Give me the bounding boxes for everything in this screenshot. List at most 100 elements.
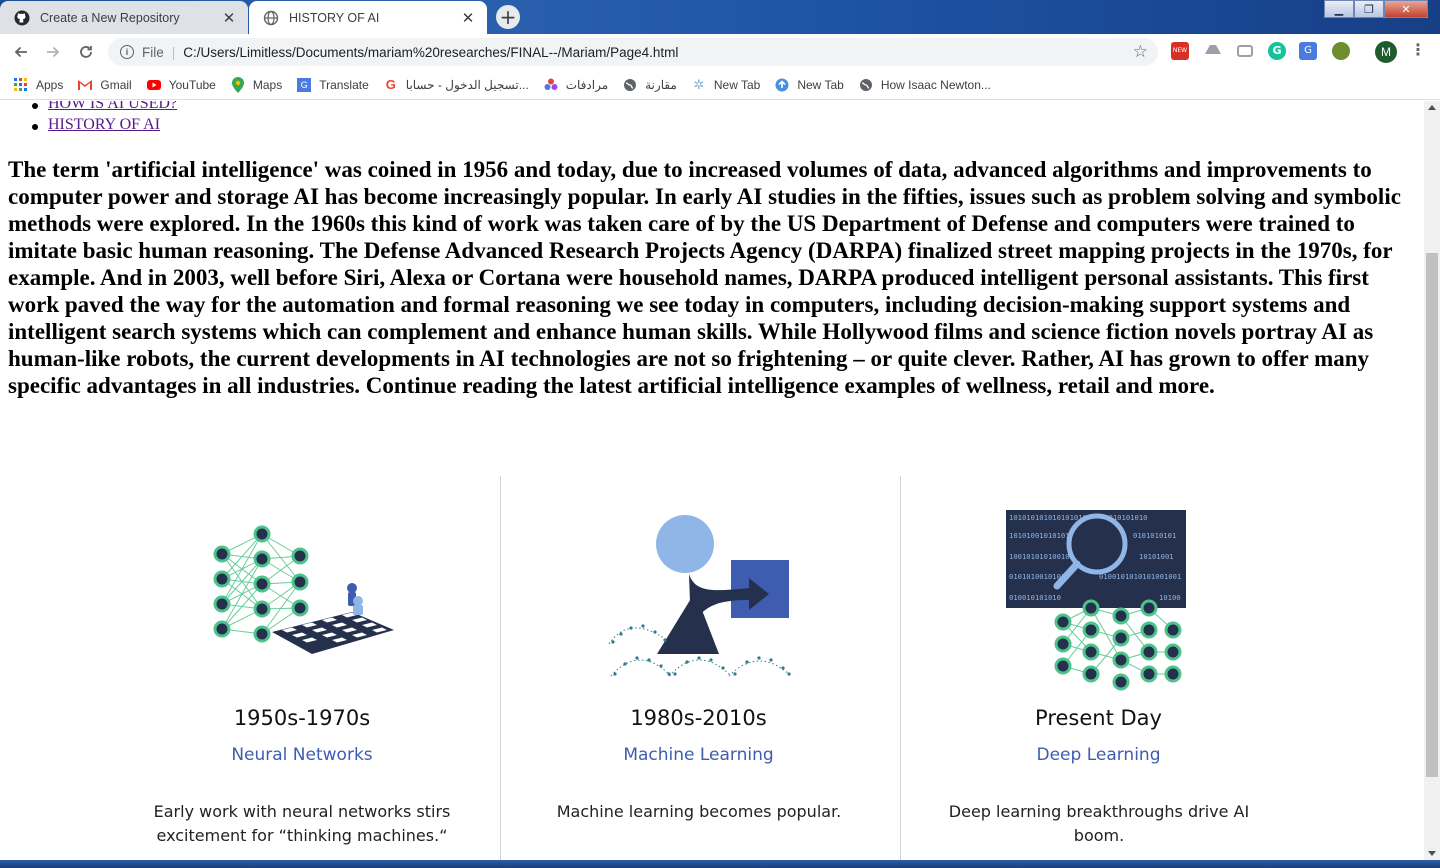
bookmark-isaac-newton[interactable]: How Isaac Newton...: [859, 78, 991, 92]
neural-nodes: [213, 525, 309, 643]
gmail-icon: [78, 78, 93, 92]
topic-label: Deep Learning: [1036, 745, 1161, 765]
bookmark-label: Maps: [252, 77, 283, 92]
bookmark-label: Apps: [36, 77, 64, 92]
screen-icon[interactable]: [1236, 42, 1254, 60]
gear-icon: ✲: [693, 76, 705, 92]
svg-text:10100: 10100: [1159, 593, 1181, 602]
era-label: Present Day: [1035, 706, 1162, 730]
page-nav-list: HOW IS AI USED? HISTORY OF AI: [31, 101, 177, 137]
upload-icon: [775, 78, 789, 92]
tab-history-of-ai[interactable]: HISTORY OF AI ✕: [249, 1, 487, 34]
scroll-up-arrow-icon[interactable]: [1428, 105, 1436, 110]
calendar-new-extension-icon[interactable]: NEW: [1171, 42, 1189, 60]
chess-pawn-icon: [347, 583, 363, 615]
era-description: Deep learning breakthroughs drive AI boo…: [948, 802, 1250, 845]
bookmark-gmail[interactable]: Gmail: [78, 77, 132, 92]
scheme-label: File: [142, 44, 164, 60]
maps-pin-icon: [231, 76, 245, 93]
topic-label: Machine Learning: [623, 745, 774, 765]
reload-icon[interactable]: [74, 40, 98, 64]
close-icon[interactable]: ✕: [459, 9, 477, 27]
bookmark-label: YouTube: [168, 77, 216, 92]
bookmark-label: Gmail: [100, 77, 132, 92]
menu-kebab-icon[interactable]: ⋮: [1410, 42, 1426, 58]
bookmark-apps[interactable]: Apps: [14, 77, 64, 92]
bookmark-youtube[interactable]: YouTube: [146, 77, 216, 92]
bookmark-comparison[interactable]: مقارنة: [623, 78, 677, 92]
close-icon[interactable]: ✕: [220, 9, 238, 27]
address-bar[interactable]: i File | C:/Users/Limitless/Documents/ma…: [108, 38, 1158, 66]
scroll-thumb[interactable]: [1426, 253, 1438, 777]
minimize-button[interactable]: ▁: [1324, 0, 1354, 18]
tab-title: Create a New Repository: [40, 10, 180, 25]
info-icon[interactable]: i: [120, 45, 134, 59]
forward-arrow-icon[interactable]: [41, 40, 65, 64]
bookmark-label: New Tab: [797, 77, 844, 92]
svg-text:010010101010: 010010101010: [1009, 593, 1061, 602]
bookmark-label: مقارنة: [645, 77, 677, 92]
apps-grid-icon: [14, 77, 28, 92]
profile-avatar[interactable]: M: [1375, 41, 1397, 63]
topic-label: Neural Networks: [231, 745, 373, 765]
timeline-card-deep-learning: 10101010101010101010101010101010 1010100…: [900, 476, 1296, 860]
svg-text:10101001: 10101001: [1139, 552, 1174, 561]
google-translate-icon[interactable]: G: [1299, 42, 1317, 60]
bookmarks-bar: Apps Gmail YouTube Maps G Translate G تس…: [0, 70, 1440, 100]
bookmark-label: مرادفات: [565, 77, 609, 92]
page-viewport: HOW IS AI USED? HISTORY OF AI The term '…: [0, 101, 1424, 860]
tab-strip: Create a New Repository ✕ HISTORY OF AI …: [0, 0, 1440, 34]
tab-title: HISTORY OF AI: [289, 10, 380, 25]
bookmark-new-tab[interactable]: ✲ New Tab: [692, 76, 761, 92]
era-label: 1950s-1970s: [233, 706, 371, 730]
nav-link-history-of-ai[interactable]: HISTORY OF AI: [48, 116, 160, 133]
page-scrollbar[interactable]: [1424, 101, 1440, 860]
list-item: HOW IS AI USED?: [31, 101, 177, 116]
google-icon: G: [385, 77, 396, 92]
browser-toolbar: i File | C:/Users/Limitless/Documents/ma…: [0, 34, 1440, 70]
scroll-down-arrow-icon[interactable]: [1428, 851, 1436, 856]
url-text: C:/Users/Limitless/Documents/mariam%20re…: [183, 44, 679, 60]
era-description: Machine learning becomes popular.: [556, 802, 842, 821]
era-label: 1980s-2010s: [630, 706, 767, 730]
bookmark-label: How Isaac Newton...: [880, 77, 991, 92]
address-separator: |: [171, 44, 176, 60]
back-arrow-icon[interactable]: [9, 40, 33, 64]
bookmark-translate[interactable]: G Translate: [297, 77, 369, 92]
extension-globe-icon[interactable]: [1332, 42, 1350, 60]
bookmark-maps[interactable]: Maps: [231, 76, 283, 93]
globe-icon: [263, 10, 279, 26]
bookmark-label: Translate: [319, 77, 369, 92]
youtube-icon: [146, 78, 161, 92]
bookmark-new-tab-2[interactable]: New Tab: [775, 77, 844, 92]
neural-network-chess-illustration: [213, 525, 394, 654]
svg-text:0101010101: 0101010101: [1133, 531, 1176, 540]
svg-text:0101010010101: 0101010010101: [1009, 572, 1065, 581]
flower-icon: [544, 78, 558, 92]
machine-learning-shapes-illustration: [608, 515, 792, 677]
drive-icon[interactable]: [1204, 42, 1222, 60]
new-tab-button[interactable]: +: [496, 5, 520, 29]
bookmark-label: تسجيل الدخول - حسابا...: [405, 77, 529, 92]
translate-icon: G: [297, 77, 312, 92]
maximize-button[interactable]: ❐: [1354, 0, 1384, 18]
grammarly-icon[interactable]: G: [1268, 42, 1286, 60]
windows-taskbar: [0, 860, 1440, 868]
bookmark-synonyms[interactable]: مرادفات: [544, 78, 608, 92]
window-close-button[interactable]: ✕: [1384, 0, 1428, 18]
bookmark-label: New Tab: [713, 77, 761, 92]
era-description: Early work with neural networks stirs ex…: [153, 802, 451, 845]
window-controls: ▁ ❐ ✕: [1324, 0, 1428, 18]
timeline-card-neural-networks: 1950s-1970s Neural Networks Early work w…: [104, 476, 500, 860]
bookmark-google-signin[interactable]: G تسجيل الدخول - حسابا...: [384, 77, 529, 92]
intro-paragraph: The term 'artificial intelligence' was c…: [8, 157, 1401, 398]
globe-icon: [623, 78, 637, 92]
nav-link-how-is-ai-used[interactable]: HOW IS AI USED?: [48, 101, 177, 112]
timeline-card-machine-learning: 1980s-2010s Machine Learning Machine lea…: [500, 476, 896, 860]
deep-net-nodes: [1054, 599, 1182, 691]
star-icon[interactable]: ☆: [1133, 42, 1148, 62]
ai-timeline: 1950s-1970s Neural Networks Early work w…: [104, 476, 1296, 860]
list-item: HISTORY OF AI: [31, 116, 177, 137]
svg-text:1001010101001010: 1001010101001010: [1009, 552, 1078, 561]
tab-create-repository[interactable]: Create a New Repository ✕: [0, 1, 248, 34]
